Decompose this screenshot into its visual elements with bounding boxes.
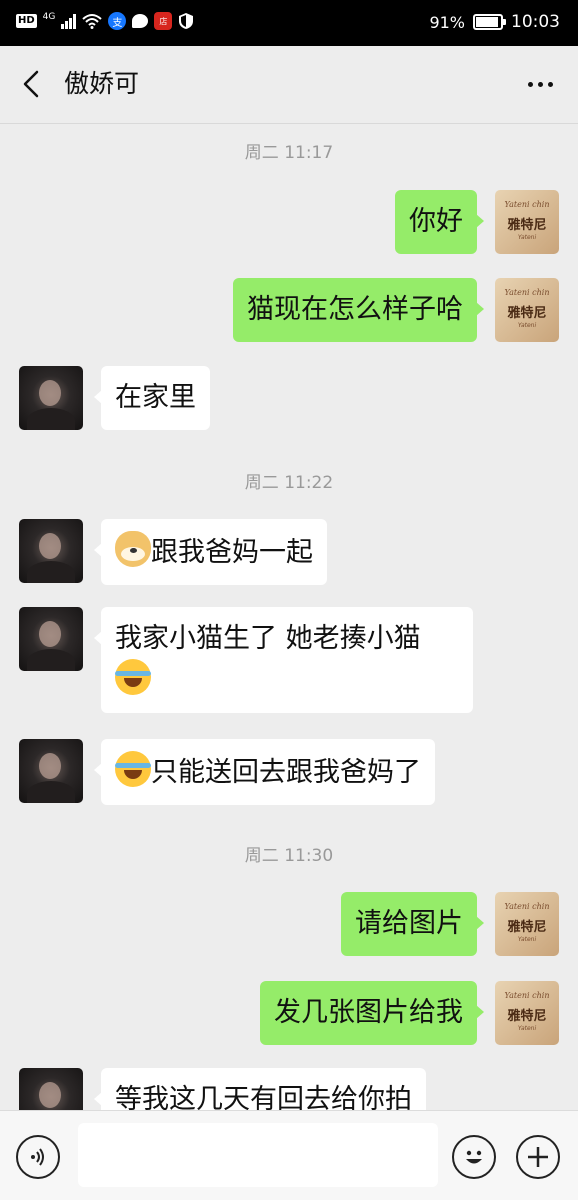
my-avatar[interactable]: Yateni chin 雅特尼 Yateni: [495, 278, 559, 342]
plus-icon[interactable]: [516, 1135, 560, 1179]
voice-icon[interactable]: [16, 1135, 60, 1179]
message-bubble-sent[interactable]: 请给图片: [341, 892, 484, 956]
doge-emoji-icon: [115, 531, 151, 567]
timestamp: 周二 11:17: [244, 143, 334, 163]
battery-icon: [473, 14, 506, 30]
more-dots-icon[interactable]: [522, 66, 558, 102]
status-left: HD 4G 支 店: [16, 12, 194, 30]
message-bubble-received[interactable]: 在家里: [94, 366, 210, 430]
message-list[interactable]: 周二 11:17 你好 Yateni chin 雅特尼 Yateni 猫现在怎么…: [0, 124, 578, 1110]
alipay-icon: 支: [108, 12, 127, 30]
contact-avatar[interactable]: [19, 1068, 83, 1110]
my-avatar[interactable]: Yateni chin 雅特尼 Yateni: [495, 981, 559, 1045]
hd-badge: HD: [16, 14, 37, 28]
status-bar: HD 4G 支 店 91% 10:03: [0, 0, 578, 46]
chat-title: 傲娇可: [64, 69, 140, 98]
timestamp: 周二 11:30: [244, 846, 334, 866]
crying-emoji-icon: [115, 659, 151, 695]
message-bubble-sent[interactable]: 发几张图片给我: [260, 981, 484, 1045]
wifi-icon: [82, 14, 103, 29]
crying-emoji-icon: [115, 751, 151, 787]
my-avatar[interactable]: Yateni chin 雅特尼 Yateni: [495, 892, 559, 956]
contact-avatar[interactable]: [19, 519, 83, 583]
status-right: 91% 10:03: [429, 12, 560, 32]
my-avatar[interactable]: Yateni chin 雅特尼 Yateni: [495, 190, 559, 254]
message-bubble-received[interactable]: 跟我爸妈一起: [94, 519, 327, 585]
message-bubble-received[interactable]: 我家小猫生了 她老揍小猫: [94, 607, 473, 713]
chat-bubble-icon: [132, 14, 149, 28]
contact-avatar[interactable]: [19, 366, 83, 430]
timestamp: 周二 11:22: [244, 473, 334, 493]
input-bar: [0, 1110, 578, 1200]
message-bubble-received[interactable]: 只能送回去跟我爸妈了: [94, 739, 435, 805]
contact-avatar[interactable]: [19, 739, 83, 803]
clock: 10:03: [511, 12, 560, 32]
battery-percent: 91%: [429, 12, 465, 32]
shield-icon: [179, 13, 194, 29]
network-type: 4G: [42, 12, 56, 22]
message-bubble-received[interactable]: 等我这几天有回去给你拍: [94, 1068, 426, 1110]
chat-header: 傲娇可: [0, 46, 578, 124]
message-bubble-sent[interactable]: 猫现在怎么样子哈: [233, 278, 484, 342]
contact-avatar[interactable]: [19, 607, 83, 671]
signal-icon: [61, 13, 77, 29]
message-input[interactable]: [78, 1123, 438, 1187]
message-bubble-sent[interactable]: 你好: [395, 190, 484, 254]
emoji-face-icon[interactable]: [452, 1135, 496, 1179]
shop-icon: 店: [154, 12, 173, 30]
chevron-left-icon[interactable]: [14, 66, 50, 102]
